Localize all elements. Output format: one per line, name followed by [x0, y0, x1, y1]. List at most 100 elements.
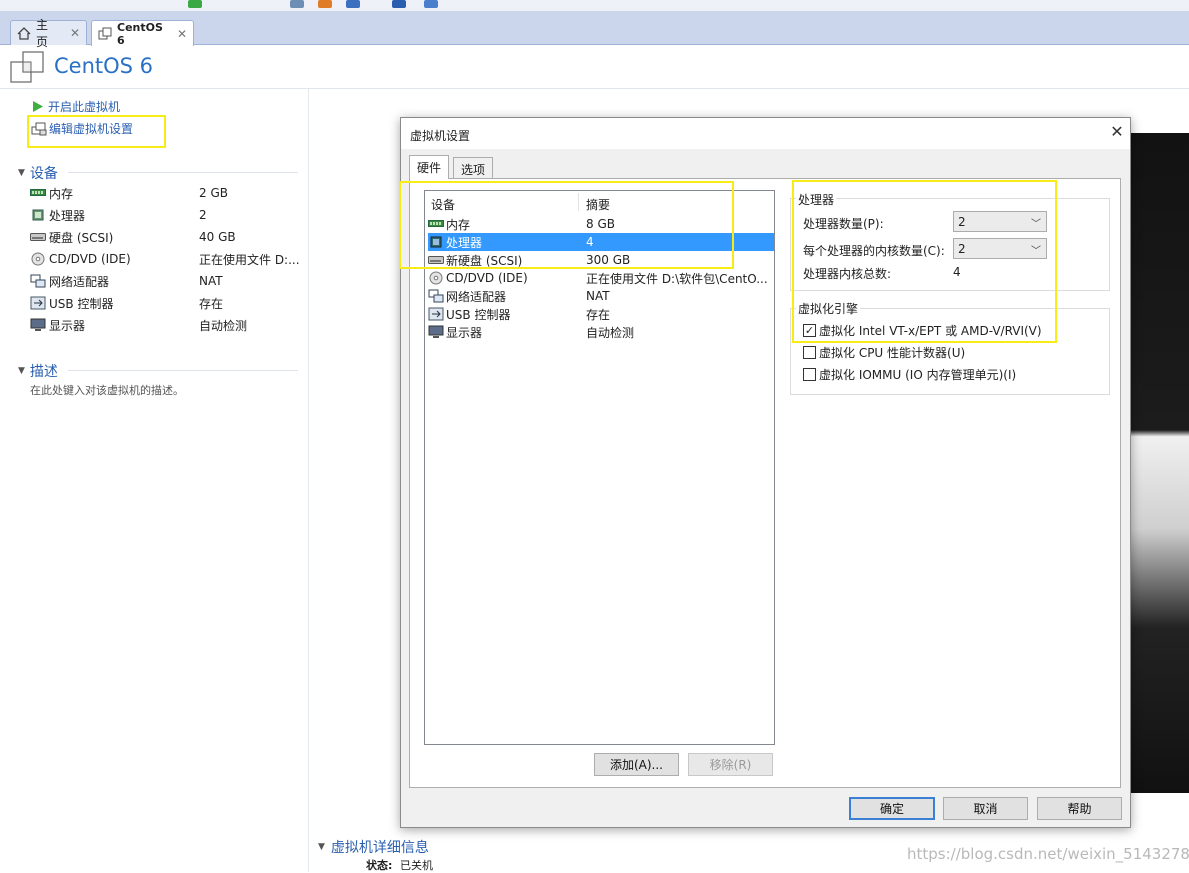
divider	[0, 88, 1189, 89]
state-label: 状态:	[366, 859, 393, 872]
tab-centos[interactable]: CentOS 6 ✕	[91, 20, 194, 47]
toolbar	[0, 0, 1189, 12]
vm-icon	[98, 27, 112, 40]
divider	[308, 89, 309, 872]
state-value: 已关机	[400, 859, 433, 872]
device-value: 正在使用文件 D:...	[199, 252, 300, 267]
home-icon	[17, 26, 31, 40]
device-row-cdrom[interactable]: CD/DVD (IDE) 正在使用文件 D:...	[30, 249, 300, 269]
collapse-icon: ▼	[318, 842, 325, 852]
details-section-title: 虚拟机详细信息	[330, 840, 429, 856]
manage-snapshot-icon[interactable]	[346, 0, 360, 8]
device-value: 2	[199, 208, 207, 222]
remove-button[interactable]: 移除(R)	[688, 753, 773, 776]
device-value: 40 GB	[199, 230, 236, 244]
device-value: 2 GB	[199, 186, 228, 200]
devices-section-header[interactable]: ▼ 设备	[18, 163, 58, 183]
close-icon[interactable]: ✕	[1107, 122, 1127, 142]
snapshot-icon[interactable]	[290, 0, 304, 8]
device-row-network[interactable]: 网络适配器 NAT	[30, 271, 300, 291]
highlight-box	[792, 180, 1057, 343]
ok-button[interactable]: 确定	[849, 797, 935, 820]
dialog-titlebar[interactable]: 虚拟机设置 ✕	[401, 118, 1130, 149]
tab-home[interactable]: 主页 ✕	[10, 18, 87, 49]
tab-centos-label: CentOS 6	[117, 20, 163, 47]
vm-large-icon	[10, 50, 46, 84]
list-item-name: USB 控制器	[446, 307, 511, 322]
usb-icon	[30, 296, 46, 310]
help-button[interactable]: 帮助	[1037, 797, 1122, 820]
description-section-header[interactable]: ▼ 描述	[18, 361, 58, 381]
list-item-cdrom[interactable]: CD/DVD (IDE) 正在使用文件 D:\软件包\CentO...	[428, 269, 774, 287]
device-name: 硬盘 (SCSI)	[49, 230, 114, 245]
highlight-box	[27, 115, 166, 148]
device-row-monitor[interactable]: 显示器 自动检测	[30, 315, 300, 335]
cpu-counters-label: 虚拟化 CPU 性能计数器(U)	[819, 346, 966, 360]
play-icon[interactable]	[188, 0, 202, 8]
highlight-box	[399, 181, 734, 269]
list-item-name: 网络适配器	[446, 289, 507, 304]
power-on-label: 开启此虚拟机	[48, 100, 121, 114]
divider	[68, 370, 298, 371]
monitor-icon	[428, 325, 444, 339]
watermark: https://blog.csdn.net/weixin_51432789	[907, 845, 1189, 863]
list-item-name: 显示器	[446, 325, 483, 340]
console-background	[1131, 133, 1189, 793]
tab-home-label: 主页	[36, 18, 49, 49]
devices-section-title: 设备	[29, 166, 58, 182]
cancel-button[interactable]: 取消	[943, 797, 1028, 820]
list-item-name: CD/DVD (IDE)	[446, 271, 528, 285]
list-item-usb[interactable]: USB 控制器 存在	[428, 305, 774, 323]
view-icon[interactable]	[392, 0, 406, 8]
close-icon[interactable]: ✕	[70, 26, 80, 40]
description-input[interactable]: 在此处键入对该虚拟机的描述。	[30, 382, 184, 398]
list-item-summary: NAT	[586, 289, 610, 303]
dialog-title: 虚拟机设置	[410, 129, 471, 143]
device-name: USB 控制器	[49, 296, 114, 311]
device-list[interactable]: 设备 摘要 内存 8 GB 处理器 4 新硬盘 (SCSI) 300 GB CD…	[424, 190, 775, 745]
device-name: 处理器	[49, 208, 86, 223]
cpu-counters-checkbox[interactable]: 虚拟化 CPU 性能计数器(U)	[803, 344, 965, 361]
device-value: 存在	[199, 296, 224, 311]
add-button[interactable]: 添加(A)...	[594, 753, 679, 776]
harddisk-icon	[30, 230, 46, 244]
device-row-harddisk[interactable]: 硬盘 (SCSI) 40 GB	[30, 227, 300, 247]
device-row-usb[interactable]: USB 控制器 存在	[30, 293, 300, 313]
list-item-network[interactable]: 网络适配器 NAT	[428, 287, 774, 305]
device-row-cpu[interactable]: 处理器 2	[30, 205, 300, 225]
device-value: NAT	[199, 274, 223, 288]
description-section-title: 描述	[29, 364, 58, 380]
details-section-header[interactable]: ▼ 虚拟机详细信息	[318, 837, 429, 857]
tab-options[interactable]: 选项	[453, 157, 494, 178]
iommu-checkbox[interactable]: 虚拟化 IOMMU (IO 内存管理单元)(I)	[803, 366, 1016, 383]
revert-icon[interactable]	[318, 0, 332, 8]
checkbox-box	[803, 368, 816, 381]
cdrom-icon	[428, 271, 444, 285]
device-name: 内存	[49, 186, 74, 201]
device-name: 网络适配器	[49, 274, 110, 289]
checkbox-box	[803, 346, 816, 359]
memory-icon	[30, 186, 46, 200]
divider	[68, 172, 298, 173]
tab-hardware[interactable]: 硬件	[409, 155, 450, 179]
cdrom-icon	[30, 252, 46, 266]
tab-bar: 主页 ✕ CentOS 6 ✕	[0, 12, 1189, 49]
list-item-summary: 正在使用文件 D:\软件包\CentO...	[586, 271, 768, 286]
device-row-memory[interactable]: 内存 2 GB	[30, 183, 300, 203]
device-value: 自动检测	[199, 318, 248, 333]
list-item-summary: 存在	[586, 307, 611, 322]
power-on-link[interactable]: 开启此虚拟机	[32, 98, 120, 115]
list-item-monitor[interactable]: 显示器 自动检测	[428, 323, 774, 341]
usb-icon	[428, 307, 444, 321]
close-icon[interactable]: ✕	[177, 27, 187, 41]
network-icon	[428, 289, 444, 303]
iommu-label: 虚拟化 IOMMU (IO 内存管理单元)(I)	[819, 368, 1017, 382]
fullscreen-icon[interactable]	[424, 0, 438, 8]
cpu-icon	[30, 208, 46, 222]
list-item-summary: 自动检测	[586, 325, 635, 340]
collapse-icon: ▼	[18, 366, 25, 376]
play-icon	[32, 100, 44, 113]
network-icon	[30, 274, 46, 288]
monitor-icon	[30, 318, 46, 332]
collapse-icon: ▼	[18, 168, 25, 178]
